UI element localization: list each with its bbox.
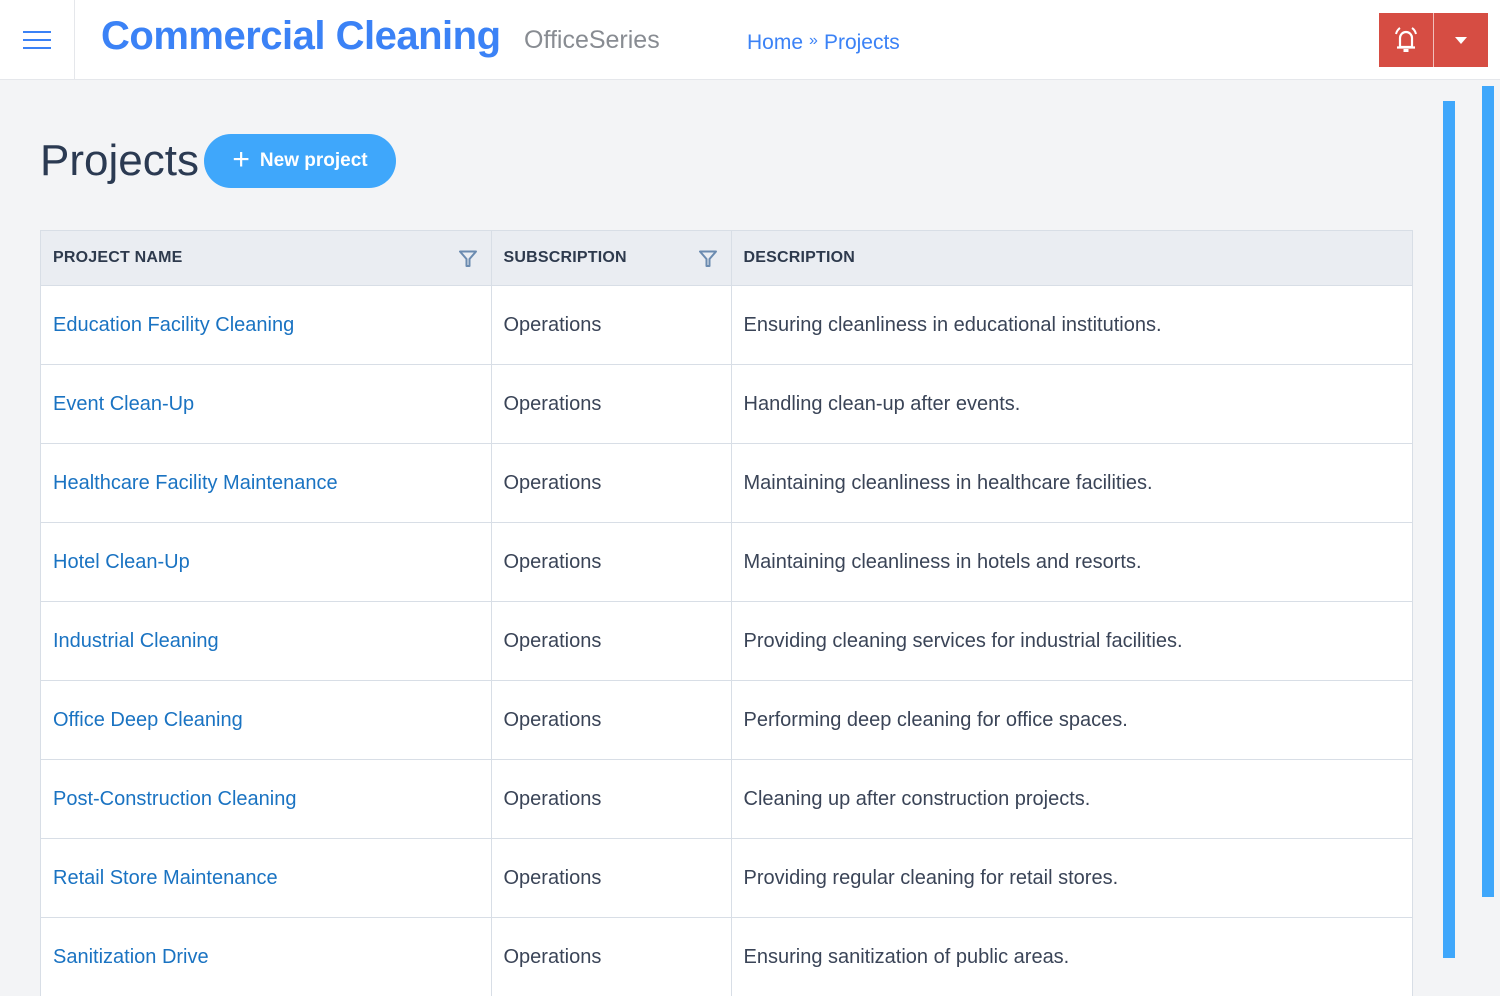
menu-button[interactable] (0, 0, 75, 79)
column-header-label: DESCRIPTION (744, 249, 856, 266)
cell-project-name: Post-Construction Cleaning (41, 760, 491, 839)
project-link[interactable]: Sanitization Drive (53, 946, 209, 968)
table-row: Office Deep Cleaning OperationsPerforming… (41, 681, 1412, 760)
table-header-row: PROJECT NAME SUBSCRIPTION DESCRIPTION (41, 231, 1412, 286)
project-link[interactable]: Industrial Cleaning (53, 630, 219, 652)
table-row: Healthcare Facility Maintenance Operation… (41, 444, 1412, 523)
cell-subscription: Operations (491, 681, 731, 760)
cell-subscription: Operations (491, 839, 731, 918)
cell-project-name: Healthcare Facility Maintenance (41, 444, 491, 523)
cell-project-name: Hotel Clean-Up (41, 523, 491, 602)
column-header-description: DESCRIPTION (731, 231, 1412, 286)
cell-description: Ensuring sanitization of public areas. (731, 918, 1412, 996)
project-link[interactable]: Event Clean-Up (53, 393, 194, 415)
cell-project-name: Sanitization Drive (41, 918, 491, 996)
project-link[interactable]: Post-Construction Cleaning (53, 788, 296, 810)
new-project-label: New project (260, 150, 368, 172)
cell-project-name: Industrial Cleaning (41, 602, 491, 681)
breadcrumb-home[interactable]: Home (747, 31, 803, 55)
cell-description: Cleaning up after construction projects. (731, 760, 1412, 839)
project-link[interactable]: Healthcare Facility Maintenance (53, 472, 338, 494)
alert-button[interactable] (1379, 13, 1433, 67)
cell-project-name: Event Clean-Up (41, 365, 491, 444)
alert-button-group (1379, 13, 1488, 67)
scrollbar-inner[interactable] (1443, 101, 1455, 958)
table-row: Industrial Cleaning OperationsProviding c… (41, 602, 1412, 681)
column-header-project-name[interactable]: PROJECT NAME (41, 231, 491, 286)
table-row: Event Clean-Up OperationsHandling clean-u… (41, 365, 1412, 444)
column-header-subscription[interactable]: SUBSCRIPTION (491, 231, 731, 286)
cell-subscription: Operations (491, 286, 731, 365)
column-header-label: SUBSCRIPTION (504, 249, 627, 266)
filter-icon[interactable] (459, 250, 477, 267)
project-link[interactable]: Hotel Clean-Up (53, 551, 190, 573)
cell-project-name: Education Facility Cleaning (41, 286, 491, 365)
table-row: Retail Store Maintenance OperationsProvid… (41, 839, 1412, 918)
cell-description: Providing cleaning services for industri… (731, 602, 1412, 681)
cell-description: Handling clean-up after events. (731, 365, 1412, 444)
breadcrumb-projects[interactable]: Projects (824, 31, 900, 55)
caret-down-icon (1455, 37, 1467, 44)
cell-description: Ensuring cleanliness in educational inst… (731, 286, 1412, 365)
project-link[interactable]: Office Deep Cleaning (53, 709, 243, 731)
cell-description: Providing regular cleaning for retail st… (731, 839, 1412, 918)
table-row: Sanitization Drive OperationsEnsuring san… (41, 918, 1412, 996)
column-header-label: PROJECT NAME (53, 249, 183, 266)
cell-description: Maintaining cleanliness in hotels and re… (731, 523, 1412, 602)
hamburger-icon (23, 31, 51, 49)
bell-alarm-icon (1392, 25, 1420, 55)
table-row: Education Facility Cleaning OperationsEns… (41, 286, 1412, 365)
cell-description: Performing deep cleaning for office spac… (731, 681, 1412, 760)
app-title[interactable]: Commercial Cleaning (101, 14, 501, 59)
page-title: Projects (40, 136, 199, 186)
filter-icon[interactable] (699, 250, 717, 267)
table-row: Hotel Clean-Up OperationsMaintaining clea… (41, 523, 1412, 602)
project-link[interactable]: Education Facility Cleaning (53, 314, 294, 336)
cell-project-name: Retail Store Maintenance (41, 839, 491, 918)
app-subtitle: OfficeSeries (524, 26, 660, 55)
cell-subscription: Operations (491, 602, 731, 681)
projects-table: PROJECT NAME SUBSCRIPTION DESCRIPTION Ed… (40, 230, 1413, 996)
alert-dropdown-button[interactable] (1433, 13, 1488, 67)
breadcrumb: Home » Projects (747, 31, 900, 55)
cell-subscription: Operations (491, 523, 731, 602)
table-row: Post-Construction Cleaning OperationsClea… (41, 760, 1412, 839)
scrollbar-page[interactable] (1482, 86, 1494, 897)
cell-subscription: Operations (491, 444, 731, 523)
plus-icon: + (232, 145, 250, 175)
project-link[interactable]: Retail Store Maintenance (53, 867, 278, 889)
cell-description: Maintaining cleanliness in healthcare fa… (731, 444, 1412, 523)
cell-project-name: Office Deep Cleaning (41, 681, 491, 760)
top-bar: Commercial Cleaning OfficeSeries Home » … (0, 0, 1500, 80)
cell-subscription: Operations (491, 365, 731, 444)
cell-subscription: Operations (491, 760, 731, 839)
breadcrumb-separator: » (809, 32, 818, 50)
cell-subscription: Operations (491, 918, 731, 996)
new-project-button[interactable]: + New project (204, 134, 396, 188)
